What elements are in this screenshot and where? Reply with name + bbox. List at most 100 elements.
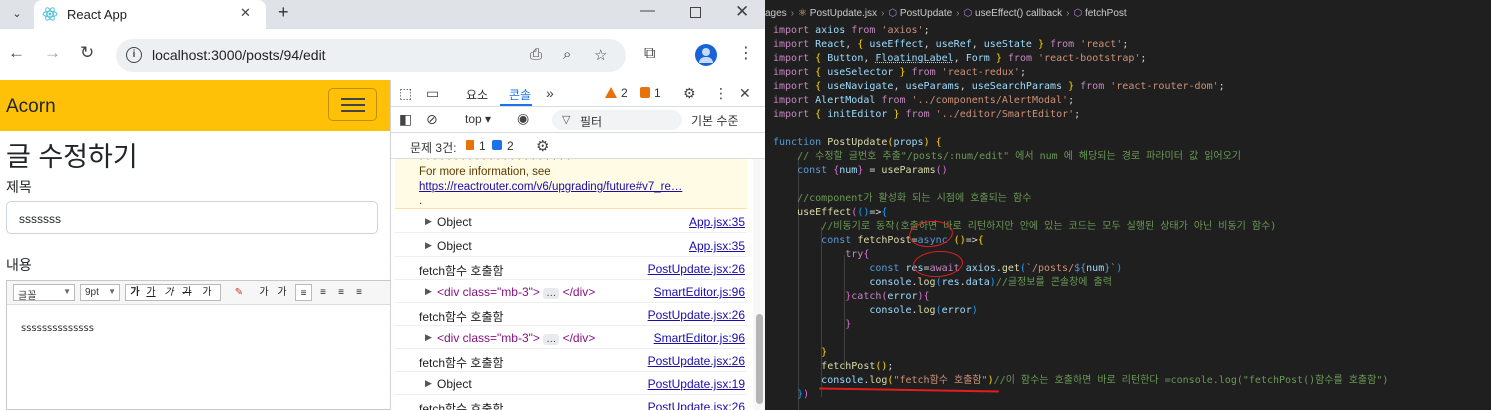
close-window-icon[interactable]: ✕ [735, 2, 749, 22]
browser-menu-icon[interactable]: ⋮ [738, 43, 754, 63]
reload-icon[interactable]: ↻ [80, 43, 94, 63]
editor-body[interactable]: ssssssssssssss [21, 323, 94, 334]
forward-arrow-icon[interactable]: → [44, 43, 61, 63]
console-filter-input[interactable]: ▽ 필터 [552, 110, 682, 130]
console-log-row[interactable]: fetch함수 호출함 PostUpdate.jsx:26 [395, 303, 747, 326]
console-settings-gear-icon[interactable]: ⚙ [536, 137, 549, 155]
console-log-row[interactable]: ▶ Object App.jsx:35 [395, 234, 747, 257]
function-symbol-icon: ⬡ [963, 8, 976, 19]
minimize-icon[interactable]: — [640, 2, 655, 19]
console-log-row[interactable]: ▶ <div class="mb-3"> … </div> SmartEdito… [395, 280, 747, 303]
back-arrow-icon[interactable]: ← [8, 43, 25, 63]
site-info-icon[interactable]: i [126, 47, 142, 63]
tab-strip: ⌄ React App ✕ + — ✕ [0, 0, 765, 29]
zoom-icon[interactable]: ⌕ [563, 46, 571, 63]
breadcrumb-item[interactable]: fetchPost [1085, 8, 1127, 19]
console-log-row[interactable]: ▶ <div class="mb-3"> … </div> SmartEdito… [395, 326, 747, 349]
console-log-row[interactable]: ▶ Object App.jsx:35 [395, 210, 747, 233]
expand-triangle-icon[interactable]: ▶ [425, 240, 432, 251]
expand-triangle-icon[interactable]: ▶ [425, 332, 432, 343]
tab-elements[interactable]: 요소 [466, 86, 488, 103]
title-input[interactable]: sssssss [6, 201, 378, 234]
live-expression-eye-icon[interactable]: ◉ [517, 110, 529, 127]
italic-button[interactable]: 가 [162, 284, 176, 301]
subscript-button[interactable]: 가 [275, 284, 289, 301]
font-size-select[interactable]: 9pt ▼ [80, 284, 120, 301]
log-message: fetch함수 호출함 [419, 310, 504, 324]
console-log-annotation-underline [818, 387, 1000, 393]
console-log-row[interactable]: ▶ Object PostUpdate.jsx:19 [395, 372, 747, 395]
log-source-link[interactable]: PostUpdate.jsx:26 [648, 354, 745, 368]
context-select[interactable]: top ▾ [465, 112, 491, 126]
align-right-icon[interactable]: ≡ [334, 284, 348, 301]
closing-tag: </div> [562, 331, 596, 345]
bookmark-star-icon[interactable]: ☆ [594, 46, 607, 64]
settings-gear-icon[interactable]: ⚙ [683, 85, 696, 102]
font-color-button[interactable]: 가 [200, 284, 214, 301]
new-tab-icon[interactable]: + [278, 2, 289, 23]
chevron-down-icon: ▼ [108, 287, 116, 296]
expand-triangle-icon[interactable]: ▶ [425, 286, 432, 297]
log-source-link[interactable]: PostUpdate.jsx:26 [648, 262, 745, 276]
tab-search-icon[interactable]: ⌄ [6, 4, 28, 24]
superscript-button[interactable]: 가 [257, 284, 271, 301]
close-devtools-icon[interactable]: ✕ [739, 85, 751, 102]
code-line: console.log("fetch함수 호출함")//이 함수는 호출하면 바… [821, 375, 1389, 386]
log-source-link[interactable]: SmartEditor.js:96 [654, 331, 745, 345]
inspect-element-icon[interactable]: ⬚ [399, 85, 412, 102]
align-justify-icon[interactable]: ≡ [352, 284, 366, 301]
log-source-link[interactable]: PostUpdate.jsx:19 [648, 377, 745, 391]
log-source-link[interactable]: App.jsx:35 [689, 239, 745, 253]
extensions-puzzle-icon[interactable]: ⧉ [644, 45, 655, 63]
underline-button[interactable]: 가 [144, 284, 158, 301]
code-editor: ages › ⚛ PostUpdate.jsx › ⬡ PostUpdate › ⬡ use… [765, 0, 1491, 410]
close-tab-icon[interactable]: ✕ [240, 5, 251, 21]
expand-triangle-icon[interactable]: ▶ [425, 216, 432, 227]
warning-triangle-icon[interactable] [605, 87, 617, 98]
device-toolbar-icon[interactable]: ▭ [426, 85, 439, 102]
log-source-link[interactable]: PostUpdate.jsx:26 [648, 400, 745, 410]
ellipsis-icon[interactable]: … [543, 334, 560, 345]
code-line: // 수정할 글번호 추출"/posts/:num/edit" 에서 num 에… [797, 151, 1241, 162]
console-log-row[interactable]: fetch함수 호출함 PostUpdate.jsx:26 [395, 349, 747, 372]
warning-link[interactable]: https://reactrouter.com/v6/upgrading/fut… [419, 181, 682, 193]
issues-bar[interactable]: 문제 3건: 1 2 ⚙ [391, 133, 766, 159]
ellipsis-icon[interactable]: … [543, 288, 560, 299]
font-family-select[interactable]: 글꼴 ▼ [13, 284, 75, 302]
issue-flag-icon[interactable] [640, 87, 650, 98]
scrollbar-thumb[interactable] [756, 314, 763, 404]
log-source-link[interactable]: PostUpdate.jsx:26 [648, 308, 745, 322]
tab-console[interactable]: 콘솔 [509, 86, 531, 103]
devtools-menu-icon[interactable]: ⋮ [714, 85, 728, 102]
log-level-select[interactable]: 기본 수준 [691, 112, 739, 129]
address-bar[interactable]: i localhost:3000/posts/94/edit ⎙ ⌕ ☆ [116, 39, 626, 72]
sidebar-toggle-icon[interactable]: ◧ [399, 111, 412, 128]
more-tabs-icon[interactable]: » [546, 85, 554, 101]
log-source-link[interactable]: SmartEditor.js:96 [654, 285, 745, 299]
error-count[interactable]: 2 [621, 86, 628, 100]
expand-triangle-icon[interactable]: ▶ [425, 378, 432, 389]
breadcrumb-item[interactable]: PostUpdate.jsx [810, 8, 877, 19]
browser-tab[interactable]: React App ✕ [34, 0, 266, 29]
install-app-icon[interactable]: ⎙ [530, 46, 542, 63]
highlight-button[interactable]: ✎ [230, 284, 248, 301]
strike-button[interactable]: 가 [180, 284, 194, 301]
align-left-icon[interactable]: ≡ [295, 284, 312, 301]
smart-editor[interactable]: 글꼴 ▼ 9pt ▼ 가 가 가 가 가 ✎ 가 가 ≡ ≡ ≡ ≡ sssss… [6, 280, 390, 410]
log-source-link[interactable]: App.jsx:35 [689, 215, 745, 229]
maximize-icon[interactable] [690, 7, 701, 18]
clear-console-icon[interactable]: ⊘ [426, 111, 438, 128]
console-log-row[interactable]: fetch함수 호출함 PostUpdate.jsx:26 [395, 395, 747, 410]
title-label: 제목 [6, 179, 32, 195]
bold-button[interactable]: 가 [128, 284, 142, 301]
breadcrumb-item[interactable]: PostUpdate [900, 8, 952, 19]
warning-count[interactable]: 1 [654, 86, 661, 100]
align-center-icon[interactable]: ≡ [316, 284, 330, 301]
breadcrumb-item[interactable]: ages [765, 8, 787, 19]
navbar-brand[interactable]: Acorn [6, 96, 56, 118]
url-text[interactable]: localhost:3000/posts/94/edit [152, 47, 326, 63]
profile-avatar-icon[interactable] [695, 44, 717, 66]
breadcrumb-item[interactable]: useEffect() callback [975, 8, 1062, 19]
console-log-row[interactable]: fetch함수 호출함 PostUpdate.jsx:26 [395, 257, 747, 280]
navbar-toggler-button[interactable] [328, 88, 377, 121]
